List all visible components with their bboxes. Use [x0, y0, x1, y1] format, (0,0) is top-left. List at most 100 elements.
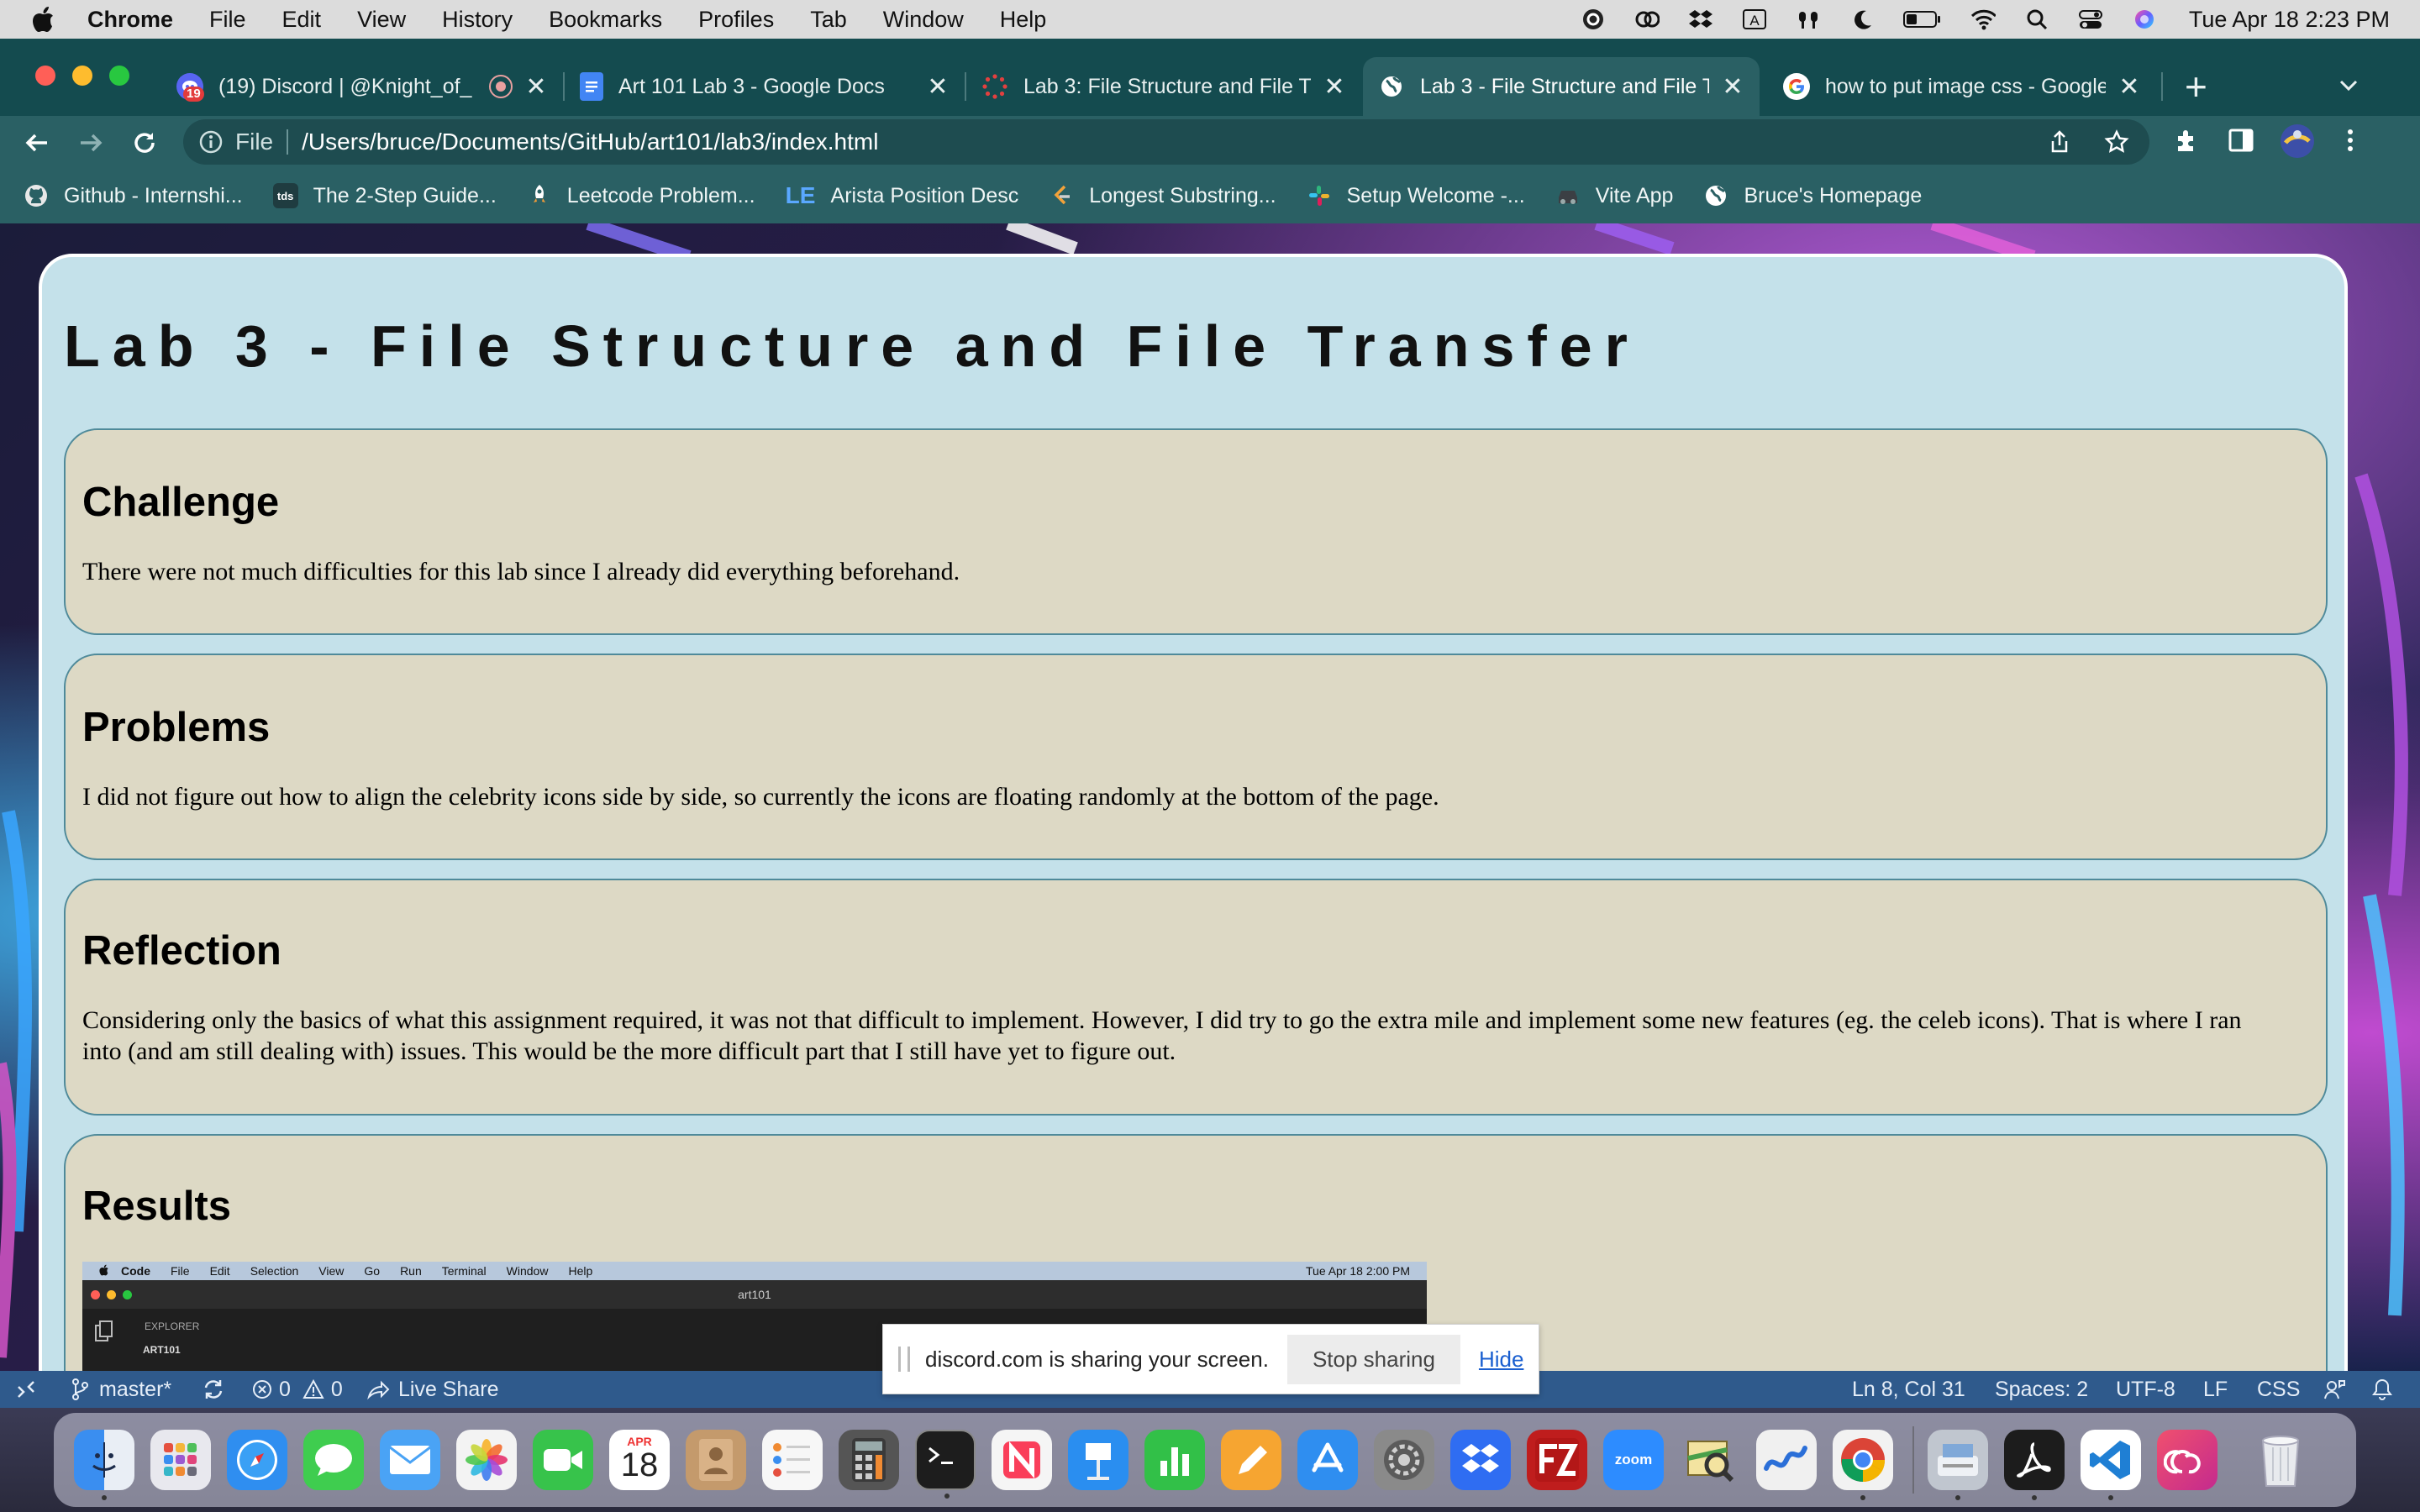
live-share-button[interactable]: Live Share — [366, 1378, 499, 1402]
reload-button[interactable] — [129, 128, 160, 158]
safari-icon[interactable] — [227, 1430, 287, 1490]
mail-icon[interactable] — [380, 1430, 440, 1490]
bookmark-item[interactable]: Github - Internshi... — [24, 183, 243, 208]
chrome-icon[interactable] — [1833, 1430, 1893, 1500]
close-tab-icon[interactable]: ✕ — [2118, 72, 2141, 102]
numbers-icon[interactable] — [1144, 1430, 1205, 1490]
url-text[interactable]: /Users/bruce/Documents/GitHub/art101/lab… — [302, 129, 878, 155]
info-icon[interactable] — [198, 129, 224, 155]
news-icon[interactable] — [992, 1430, 1052, 1490]
creative-cloud-icon[interactable] — [1634, 8, 1660, 31]
drag-handle[interactable] — [898, 1347, 910, 1372]
photos-icon[interactable] — [456, 1430, 517, 1490]
keynote-icon[interactable] — [1068, 1430, 1128, 1490]
bookmark-item[interactable]: Longest Substring... — [1049, 183, 1276, 208]
git-branch[interactable]: master* — [71, 1378, 171, 1402]
hide-link[interactable]: Hide — [1479, 1347, 1523, 1373]
battery-icon[interactable] — [1902, 8, 1942, 31]
reminders-icon[interactable] — [762, 1430, 823, 1490]
tab-canvas[interactable]: Lab 3: File Structure and File Tr ✕ — [966, 57, 1361, 116]
feedback-icon[interactable] — [2323, 1378, 2346, 1400]
chrome-menu-icon[interactable] — [2338, 126, 2363, 155]
contacts-icon[interactable] — [686, 1430, 746, 1490]
bookmark-item[interactable]: LE Arista Position Desc — [786, 182, 1019, 208]
bookmark-star-icon[interactable] — [2104, 129, 2129, 155]
freeform-icon[interactable] — [1756, 1430, 1817, 1490]
close-tab-icon[interactable]: ✕ — [926, 72, 950, 102]
launchpad-icon[interactable] — [150, 1430, 211, 1490]
tab-search-chevron-icon[interactable] — [2336, 72, 2361, 97]
facetime-icon[interactable] — [533, 1430, 593, 1490]
menu-view[interactable]: View — [357, 7, 406, 33]
finder-icon[interactable] — [74, 1430, 134, 1500]
side-panel-icon[interactable] — [2227, 126, 2255, 155]
notifications-bell-icon[interactable] — [2371, 1378, 2393, 1401]
language-mode[interactable]: CSS — [2257, 1378, 2300, 1402]
web-page-viewport[interactable]: Lab 3 - File Structure and File Transfer… — [0, 223, 2420, 1379]
apple-icon[interactable] — [32, 6, 57, 33]
zoom-window-button[interactable] — [109, 66, 129, 86]
grammarly-icon[interactable] — [1581, 8, 1606, 31]
dropbox-icon[interactable] — [1688, 8, 1713, 31]
preview-icon[interactable] — [1680, 1430, 1740, 1490]
profile-avatar[interactable] — [2279, 123, 2316, 160]
image-capture-icon[interactable] — [1928, 1430, 1988, 1500]
close-tab-icon[interactable]: ✕ — [1323, 72, 1346, 102]
menu-bookmarks[interactable]: Bookmarks — [549, 7, 662, 33]
messages-icon[interactable] — [303, 1430, 364, 1490]
calendar-icon[interactable]: APR 18 — [609, 1430, 670, 1490]
menu-window[interactable]: Window — [883, 7, 964, 33]
acrobat-icon[interactable] — [2004, 1430, 2065, 1500]
tab-google-docs[interactable]: Art 101 Lab 3 - Google Docs ✕ — [565, 57, 965, 116]
app-store-icon[interactable] — [1297, 1430, 1358, 1490]
tab-google-search[interactable]: how to put image css - Google ✕ — [1768, 57, 2156, 116]
vscode-icon[interactable] — [2081, 1430, 2141, 1500]
menu-file[interactable]: File — [209, 7, 246, 33]
focus-moon-icon[interactable] — [1849, 8, 1875, 31]
stop-sharing-button[interactable]: Stop sharing — [1286, 1334, 1460, 1384]
filezilla-icon[interactable] — [1527, 1430, 1587, 1490]
close-tab-icon[interactable]: ✕ — [524, 72, 548, 102]
back-button[interactable] — [22, 128, 52, 158]
menu-edit[interactable]: Edit — [282, 7, 322, 33]
siri-icon[interactable] — [2132, 8, 2157, 31]
wifi-icon[interactable] — [1970, 8, 1996, 31]
menu-tab[interactable]: Tab — [810, 7, 847, 33]
file-encoding[interactable]: UTF-8 — [2116, 1378, 2175, 1402]
bookmark-item[interactable]: Setup Welcome -... — [1307, 183, 1525, 208]
tab-lab3-active[interactable]: Lab 3 - File Structure and File T ✕ — [1363, 57, 1760, 116]
menu-app-name[interactable]: Chrome — [87, 7, 173, 33]
cursor-position[interactable]: Ln 8, Col 31 — [1852, 1378, 1965, 1402]
menu-help[interactable]: Help — [1000, 7, 1047, 33]
menu-history[interactable]: History — [442, 7, 513, 33]
remote-icon[interactable] — [15, 1378, 37, 1400]
trash-icon[interactable] — [2250, 1430, 2311, 1490]
minimize-window-button[interactable] — [72, 66, 92, 86]
close-tab-icon[interactable]: ✕ — [1721, 72, 1744, 102]
spotlight-icon[interactable] — [2024, 8, 2049, 31]
end-of-line[interactable]: LF — [2203, 1378, 2228, 1402]
forward-button[interactable] — [76, 128, 106, 158]
bookmark-item[interactable]: Leetcode Problem... — [527, 183, 755, 208]
address-bar[interactable]: File /Users/bruce/Documents/GitHub/art10… — [183, 119, 2149, 165]
tab-discord[interactable]: 19 (19) Discord | @Knight_of_ ✕ — [161, 57, 563, 116]
bookmark-item[interactable]: Vite App — [1555, 183, 1673, 208]
control-center-icon[interactable] — [2078, 8, 2103, 31]
system-settings-icon[interactable] — [1374, 1430, 1434, 1490]
calculator-icon[interactable] — [839, 1430, 899, 1490]
problems-indicator[interactable]: 0 0 — [252, 1378, 343, 1402]
sync-icon[interactable] — [202, 1378, 225, 1401]
share-icon[interactable] — [2047, 129, 2072, 155]
dropbox-icon[interactable] — [1450, 1430, 1511, 1490]
menu-clock[interactable]: Tue Apr 18 2:23 PM — [2189, 7, 2390, 33]
bookmark-item[interactable]: tds The 2-Step Guide... — [272, 183, 497, 208]
zoom-icon[interactable]: zoom — [1603, 1430, 1664, 1490]
airpods-icon[interactable] — [1796, 8, 1821, 31]
extensions-icon[interactable] — [2173, 126, 2202, 155]
menu-profiles[interactable]: Profiles — [698, 7, 774, 33]
new-tab-button[interactable]: + — [2185, 64, 2207, 109]
bookmark-item[interactable]: Bruce's Homepage — [1703, 183, 1922, 208]
indentation[interactable]: Spaces: 2 — [1995, 1378, 2088, 1402]
close-window-button[interactable] — [35, 66, 55, 86]
terminal-icon[interactable] — [915, 1430, 976, 1499]
